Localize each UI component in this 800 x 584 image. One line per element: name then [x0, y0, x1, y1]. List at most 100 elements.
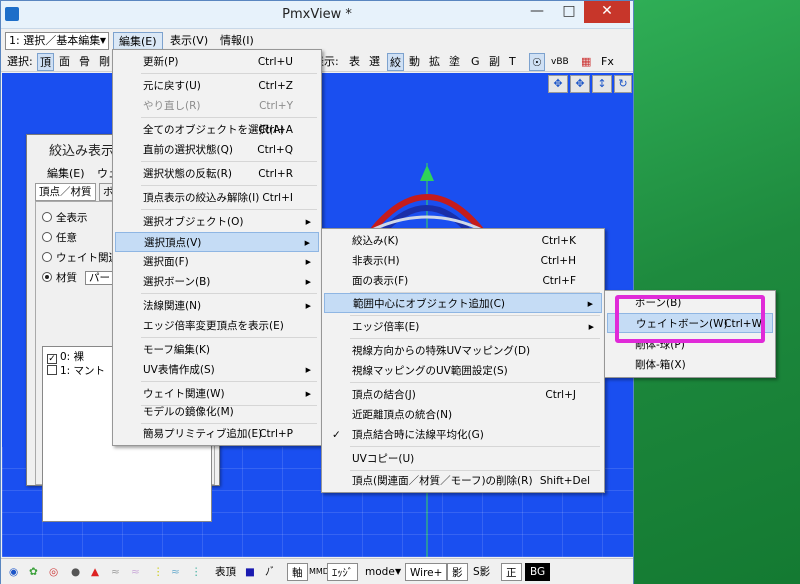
fx-toggle[interactable]: Fx	[599, 53, 616, 71]
menu-item-update[interactable]: 更新(P) Ctrl+U	[115, 52, 319, 72]
menu-item-select-all[interactable]: 全てのオブジェクトを選択(A) Ctrl+A	[115, 120, 319, 140]
menu-item-label: 直前の選択状態(Q)	[143, 144, 233, 156]
menu-item-weight[interactable]: ウェイト関連(W) ▶	[115, 384, 319, 404]
radio-material[interactable]: 材質 パー	[42, 270, 114, 285]
select-bone-toggle[interactable]: 骨	[77, 53, 92, 71]
menu-item-label: モデルの鏡像化(M)	[143, 406, 234, 418]
menu-item-average-normals[interactable]: ✓ 頂点結合時に法線平均化(G)	[324, 425, 602, 445]
menu-item-rigid-box[interactable]: 剛体-箱(X)	[607, 355, 773, 375]
wire-toggle[interactable]: Wire+	[405, 563, 448, 581]
menu-view[interactable]: 表示(V)	[165, 32, 213, 50]
edge-toggle[interactable]: ｴｯｼﾞ	[327, 563, 358, 581]
menu-edit[interactable]: 編集(E)	[113, 32, 163, 50]
menu-item-label: 近距離頂点の統合(N)	[352, 409, 453, 421]
display-paint-toggle[interactable]: 塗	[447, 53, 462, 71]
menu-item-merge-vertices[interactable]: 頂点の結合(J) Ctrl+J	[324, 385, 602, 405]
triangle-icon[interactable]: ▲	[89, 563, 101, 581]
panel-menu-edit[interactable]: 編集(E)	[47, 165, 85, 181]
menu-item-selected-vertex[interactable]: 選択頂点(V) ▶	[115, 232, 319, 252]
menu-item-undo[interactable]: 元に戻す(U) Ctrl+Z	[115, 76, 319, 96]
display-g-toggle[interactable]: G	[469, 53, 482, 71]
menu-item-label: 更新(P)	[143, 56, 179, 68]
mode-chevron-down-icon[interactable]: ▼	[393, 563, 403, 581]
menu-item-selected-face[interactable]: 選択面(F) ▶	[115, 252, 319, 272]
menu-item-normals[interactable]: 法線関連(N) ▶	[115, 296, 319, 316]
menu-item-add-primitive[interactable]: 簡易プリミティブ追加(E) Ctrl+P	[115, 424, 319, 444]
menu-item-delete-vertices[interactable]: 頂点(関連面／材質／モーフ)の削除(R) Shift+Del	[324, 471, 602, 491]
menu-item-selected-bone[interactable]: 選択ボーン(B) ▶	[115, 272, 319, 292]
display-motion-toggle[interactable]: 動	[407, 53, 422, 71]
menu-item-edge-scale[interactable]: エッジ倍率(E) ▶	[324, 317, 602, 337]
background-toggle[interactable]: BG	[525, 563, 551, 581]
sparkle-icon[interactable]: ✿	[27, 563, 40, 581]
list-item[interactable]: ✓ 0: 裸	[47, 349, 84, 364]
menu-item-merge-near-vertices[interactable]: 近距離頂点の統合(N)	[324, 405, 602, 425]
shadow-toggle[interactable]: 影	[447, 563, 468, 581]
minimize-button[interactable]: —	[521, 1, 553, 23]
radio-weight[interactable]: ウェイト関連	[42, 250, 119, 265]
menu-item-morph-edit[interactable]: モーフ編集(K)	[115, 340, 319, 360]
morph-icon[interactable]: ≈	[129, 563, 142, 581]
vbb-toggle[interactable]: vBB	[549, 53, 571, 71]
menu-item-uv-range[interactable]: 視線マッピングのUV範囲設定(S)	[324, 361, 602, 381]
tab-vertex-material[interactable]: 頂点／材質	[35, 183, 96, 201]
display-sub-toggle[interactable]: 副	[487, 53, 502, 71]
display-filter-toggle[interactable]: 絞	[387, 53, 404, 71]
menu-item-redo[interactable]: やり直し(R) Ctrl+Y	[115, 96, 319, 116]
mode-label: mode	[365, 566, 395, 578]
select-vertex-toggle[interactable]: 頂	[37, 53, 54, 71]
radio-label: 任意	[56, 232, 77, 244]
list-item-label: 1: マント	[60, 365, 106, 377]
menu-item-shortcut: Ctrl+Y	[259, 100, 293, 112]
edit-mode-select[interactable]: 1: 選択／基本編集 ▼	[5, 32, 109, 50]
mesh-icon[interactable]: ≈	[109, 563, 122, 581]
menu-item-add-object-at-center[interactable]: 範囲中心にオブジェクト追加(C) ▶	[324, 293, 602, 313]
target-icon[interactable]: ◎	[47, 563, 60, 581]
menu-item-clear-filter[interactable]: 頂点表示の絞込み解除(I) Ctrl+I	[115, 188, 319, 208]
menu-item-show-edge-vertices[interactable]: エッジ倍率変更頂点を表示(E)	[115, 316, 319, 336]
joint-icon[interactable]: ⋮	[189, 563, 204, 581]
menu-item-uv-copy[interactable]: UVコピー(U)	[324, 449, 602, 469]
display-vertex-label[interactable]: 表頂	[213, 563, 238, 581]
circle-icon[interactable]: ●	[69, 563, 82, 581]
menu-item-mirror-model[interactable]: モデルの鏡像化(M)	[115, 402, 319, 422]
material-color-icon[interactable]: ■	[243, 563, 257, 581]
close-button[interactable]: ✕	[584, 1, 630, 23]
selected-vertex-submenu: 絞込み(K) Ctrl+K 非表示(H) Ctrl+H 面の表示(F) Ctrl+F …	[321, 228, 605, 493]
menu-item-special-uv-mapping[interactable]: 視線方向からの特殊UVマッピング(D)	[324, 341, 602, 361]
maximize-button[interactable]: □	[553, 1, 585, 23]
display-surface-toggle[interactable]: 表	[347, 53, 362, 71]
display-zoom-toggle[interactable]: 拡	[427, 53, 442, 71]
axis-toggle[interactable]: 軸	[287, 563, 308, 581]
menu-item-invert-selection[interactable]: 選択状態の反転(R) Ctrl+R	[115, 164, 319, 184]
grid-icon[interactable]: ▦	[579, 53, 593, 71]
wave-icon[interactable]: ≈	[169, 563, 182, 581]
menu-item-label: 選択面(F)	[143, 256, 189, 268]
menu-item-label: 元に戻す(U)	[143, 80, 201, 92]
menu-item-uv-morph[interactable]: UV表情作成(S) ▶	[115, 360, 319, 380]
select-face-toggle[interactable]: 面	[57, 53, 72, 71]
list-item-label: 0: 裸	[60, 351, 85, 363]
menu-item-selected-object[interactable]: 選択オブジェクト(O) ▶	[115, 212, 319, 232]
material-select[interactable]: パー	[85, 271, 114, 285]
submenu-arrow-icon: ▶	[305, 390, 311, 398]
vertex-display-icon[interactable]: ◉	[7, 563, 20, 581]
list-item[interactable]: 1: マント	[47, 363, 105, 378]
menu-item-label: 視線マッピングのUV範囲設定(S)	[352, 365, 508, 377]
menu-item-hide[interactable]: 非表示(H) Ctrl+H	[324, 251, 602, 271]
bone-label[interactable]: ﾉﾞ	[263, 563, 278, 581]
select-rigid-toggle[interactable]: 剛	[97, 53, 112, 71]
camera-icon[interactable]: ☉	[529, 53, 545, 71]
menu-info[interactable]: 情報(I)	[215, 32, 259, 50]
bone-icon[interactable]: ⋮	[151, 563, 166, 581]
display-selected-toggle[interactable]: 選	[367, 53, 382, 71]
radio-arbitrary[interactable]: 任意	[42, 230, 77, 245]
menu-item-previous-selection[interactable]: 直前の選択状態(Q) Ctrl+Q	[115, 140, 319, 160]
display-t-toggle[interactable]: T	[507, 53, 518, 71]
orthographic-toggle[interactable]: 正	[501, 563, 522, 581]
radio-show-all[interactable]: 全表示	[42, 210, 88, 225]
self-shadow-toggle[interactable]: S影	[471, 563, 492, 581]
menu-separator	[350, 446, 600, 447]
menu-item-show-faces[interactable]: 面の表示(F) Ctrl+F	[324, 271, 602, 291]
menu-item-filter[interactable]: 絞込み(K) Ctrl+K	[324, 231, 602, 251]
